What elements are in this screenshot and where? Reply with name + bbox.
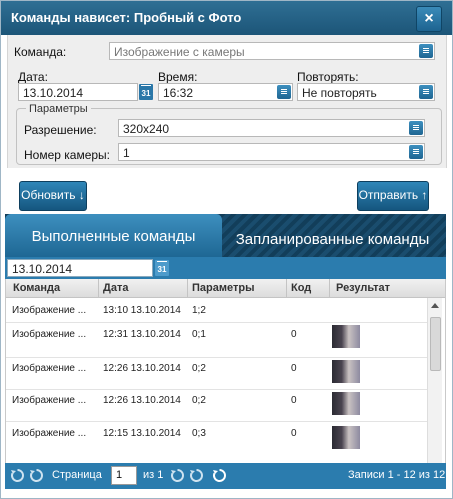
time-select[interactable]: 16:32 [158,83,293,101]
refresh-button[interactable]: Обновить ↓ [19,181,87,211]
column-header-command[interactable]: Команда [13,282,60,294]
dropdown-icon[interactable] [419,85,433,99]
time-value: 16:32 [163,86,194,100]
cell-date: 12:26 13.10.2014 [103,395,181,406]
calendar-number: 31 [141,89,151,98]
repeat-value: Не повторять [302,86,377,100]
resolution-select[interactable]: 320x240 [118,119,425,137]
calendar-icon[interactable]: 31 [155,260,169,276]
table-row[interactable]: Изображение ... 12:26 13.10.2014 0;2 0 [6,357,427,390]
table-scrollbar[interactable] [427,298,442,463]
table-row[interactable]: Изображение ... 12:26 13.10.2014 0;2 0 [6,389,427,422]
cell-params: 0;1 [192,329,206,340]
dropdown-icon[interactable] [409,121,423,135]
next-page-icon[interactable] [170,468,185,483]
resolution-label: Разрешение: [24,123,97,137]
camera-value: 1 [123,146,130,160]
first-page-icon[interactable] [10,468,25,483]
send-button[interactable]: Отправить ↑ [357,181,429,211]
cell-date: 12:15 13.10.2014 [103,428,181,439]
cell-command: Изображение ... [12,428,87,439]
cell-code: 0 [291,363,297,374]
command-form: Команда: Изображение с камеры Дата: 13.1… [7,35,447,168]
column-header-params[interactable]: Параметры [192,282,254,294]
table-row[interactable]: Изображение ... 13:10 13.10.2014 1;2 [6,298,427,323]
column-header-code[interactable]: Код [291,282,311,294]
dialog-title: Команды нависет: Пробный с Фото [11,10,242,25]
filter-date-input[interactable]: 13.10.2014 [7,259,153,277]
dropdown-icon[interactable] [419,44,433,58]
column-header-date[interactable]: Дата [103,282,128,294]
date-input[interactable]: 13.10.2014 [18,83,138,101]
column-divider [329,279,330,297]
column-divider [98,279,99,297]
table-row[interactable]: Изображение ... 12:15 13.10.2014 0;3 0 [6,421,427,461]
result-thumbnail[interactable] [332,325,360,348]
filter-date-value: 13.10.2014 [12,262,73,276]
page-input[interactable]: 1 [111,466,137,485]
pager-bar: Страница 1 из 1 Записи 1 - 12 из 12 [5,463,446,489]
prev-page-icon[interactable] [29,468,44,483]
records-count: Записи 1 - 12 из 12 [348,469,446,481]
resolution-value: 320x240 [123,122,170,136]
dropdown-icon[interactable] [409,145,423,159]
cell-code: 0 [291,329,297,340]
repeat-select[interactable]: Не повторять [297,83,435,101]
cell-params: 0;2 [192,395,206,406]
cell-params: 0;2 [192,363,206,374]
scroll-up-icon[interactable] [431,303,439,308]
table-row[interactable]: Изображение ... 12:31 13.10.2014 0;1 0 [6,323,427,358]
cell-code: 0 [291,428,297,439]
result-thumbnail[interactable] [332,392,360,415]
column-divider [187,279,188,297]
dialog-titlebar[interactable]: Команды нависет: Пробный с Фото × [1,1,452,35]
column-divider [286,279,287,297]
camera-label: Номер камеры: [24,148,111,162]
cell-params: 0;3 [192,428,206,439]
date-label: Дата: [18,70,48,84]
tab-scheduled[interactable]: Запланированные команды [225,221,440,257]
repeat-label: Повторять: [297,70,359,84]
cell-command: Изображение ... [12,395,87,406]
command-label: Команда: [14,45,67,59]
command-value: Изображение с камеры [114,45,245,59]
camera-select[interactable]: 1 [118,143,425,161]
dropdown-icon[interactable] [277,85,291,99]
cell-date: 12:26 13.10.2014 [103,363,181,374]
cell-command: Изображение ... [12,329,87,340]
result-thumbnail[interactable] [332,360,360,383]
cell-date: 12:31 13.10.2014 [103,329,181,340]
results-table: Команда Дата Параметры Код Результат Изо… [5,279,446,463]
table-header: Команда Дата Параметры Код Результат [6,279,445,298]
time-label: Время: [158,70,198,84]
cell-date: 13:10 13.10.2014 [103,305,181,316]
page-label: Страница [52,469,102,481]
params-legend: Параметры [26,103,91,115]
last-page-icon[interactable] [189,468,204,483]
commands-dialog: Команды нависет: Пробный с Фото × Команд… [0,0,453,499]
refresh-icon[interactable] [212,468,227,483]
scroll-thumb[interactable] [430,317,441,371]
page-total-label: из 1 [143,469,164,481]
close-button[interactable]: × [416,6,442,32]
cell-command: Изображение ... [12,363,87,374]
result-thumbnail[interactable] [332,426,360,449]
filter-bar: 13.10.2014 31 [5,257,446,279]
cell-params: 1;2 [192,305,206,316]
column-header-result[interactable]: Результат [336,282,390,294]
calendar-number: 31 [157,265,167,274]
command-select[interactable]: Изображение с камеры [109,42,435,60]
date-value: 13.10.2014 [23,86,84,100]
calendar-icon[interactable]: 31 [139,84,153,100]
cell-code: 0 [291,395,297,406]
tab-completed[interactable]: Выполненные команды [5,214,222,257]
cell-command: Изображение ... [12,305,87,316]
